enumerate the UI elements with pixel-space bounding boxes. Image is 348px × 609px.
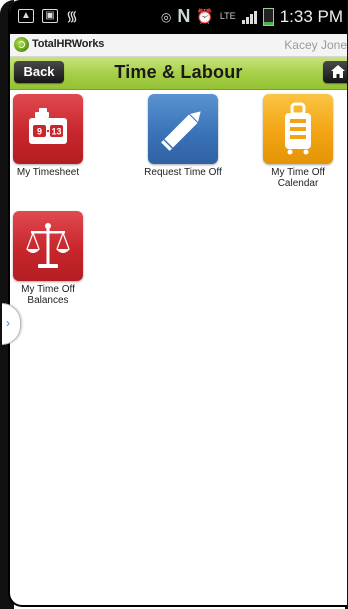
totalhrworks-logo-icon xyxy=(14,37,29,52)
timesheet-icon: 9 13 xyxy=(13,94,83,164)
tile-request-time-off[interactable]: Request Time Off xyxy=(140,94,226,178)
tile-label: My Time Off Calendar xyxy=(271,167,325,189)
tile-label: My Time Off Balances xyxy=(21,284,75,306)
title-bar: Back Time & Labour xyxy=(10,57,347,90)
pencil-icon xyxy=(148,94,218,164)
app-screen: ▲ ▣ ᯾ ◎ N ⏰ LTE 1:33 PM TotalHRWorks Kac… xyxy=(8,0,347,607)
tile-my-timesheet[interactable]: 9 13 My Timesheet xyxy=(10,94,88,178)
nfc-icon: N xyxy=(177,6,191,26)
page-title: Time & Labour xyxy=(114,62,243,82)
scales-icon xyxy=(13,211,83,281)
app-header: TotalHRWorks Kacey Jones xyxy=(10,34,347,57)
signal-strength-icon xyxy=(241,10,257,24)
screenshot-notification-icon: ▣ xyxy=(42,9,58,23)
home-button[interactable] xyxy=(323,61,347,83)
tile-my-time-off-balances[interactable]: My Time Off Balances xyxy=(10,211,88,306)
chevron-right-icon: › xyxy=(6,316,10,330)
gallery-notification-icon: ▲ xyxy=(18,9,34,23)
vibrate-icon: ◎ xyxy=(160,9,172,24)
status-time: 1:33 PM xyxy=(279,6,343,26)
status-bar: ▲ ▣ ᯾ ◎ N ⏰ LTE 1:33 PM xyxy=(10,0,347,34)
timesheet-clock-left: 9 xyxy=(37,127,42,137)
user-name[interactable]: Kacey Jones xyxy=(284,38,347,52)
tile-my-time-off-calendar[interactable]: My Time Off Calendar xyxy=(256,94,340,189)
phone-device: ▲ ▣ ᯾ ◎ N ⏰ LTE 1:33 PM TotalHRWorks Kac… xyxy=(0,0,348,609)
wifi-icon: ᯾ xyxy=(66,8,78,24)
battery-icon xyxy=(262,7,274,26)
home-icon xyxy=(331,65,345,78)
tile-label: My Timesheet xyxy=(16,167,80,178)
suitcase-icon xyxy=(263,94,333,164)
brand-name: TotalHRWorks xyxy=(32,38,105,50)
timesheet-clock-right: 13 xyxy=(51,127,61,137)
tile-label: Request Time Off xyxy=(144,167,222,178)
network-type-label: LTE xyxy=(219,11,236,21)
alarm-icon: ⏰ xyxy=(196,8,214,24)
